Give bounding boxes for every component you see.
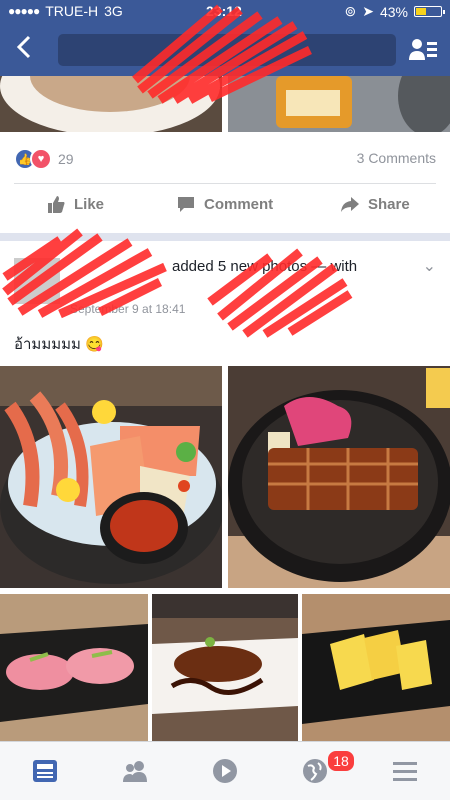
search-bar[interactable] [58, 34, 396, 66]
post-caption: อ้ามมมมม 😋 [14, 336, 104, 353]
comments-count-link[interactable]: 3 Comments [357, 150, 436, 166]
foie-gras-sushi-photo [152, 594, 298, 742]
play-video-icon [213, 759, 237, 783]
news-feed-icon [33, 760, 57, 782]
unagi-bowl-photo [228, 366, 450, 588]
chevron-down-icon[interactable]: ⌄ [423, 256, 436, 276]
thumbs-up-icon [48, 196, 65, 213]
navigation-bar [0, 22, 450, 76]
network-type: 3G [104, 3, 123, 19]
tamago-photo [302, 594, 450, 742]
post-photo[interactable] [228, 76, 450, 132]
battery-icon [414, 6, 445, 17]
divider [14, 183, 436, 184]
hamburger-menu-icon [393, 762, 417, 781]
back-button[interactable] [10, 32, 40, 62]
location-arrow-icon: ➤ [362, 3, 374, 19]
comment-button[interactable]: Comment [176, 194, 273, 214]
reaction-summary[interactable]: 👍 ♥ 29 [14, 148, 74, 170]
comment-bubble-icon [178, 197, 194, 212]
bottom-tab-bar: 18 [0, 741, 450, 800]
clock: 23:12 [206, 3, 242, 19]
love-reaction-icon: ♥ [30, 148, 52, 170]
signal-strength-icon: ●●●●● [8, 4, 40, 18]
share-button[interactable]: Share [340, 194, 410, 214]
like-button[interactable]: Like [46, 194, 104, 214]
post-photo-foie-gras[interactable] [152, 594, 298, 742]
post-photo-unagi[interactable] [228, 366, 450, 588]
food-photo-plate [0, 76, 222, 132]
post-photo-sushi[interactable] [0, 594, 148, 742]
person-list-icon [409, 39, 437, 60]
tab-friend-requests[interactable] [120, 756, 150, 786]
reaction-count: 29 [58, 151, 74, 167]
food-photo-bottle [228, 76, 450, 132]
author-avatar[interactable] [14, 258, 60, 304]
post-timestamp[interactable]: September 9 at 18:41 [70, 302, 185, 316]
sashimi-photo [0, 366, 222, 588]
friends-icon [123, 761, 147, 782]
carrier-name: TRUE-H [45, 3, 99, 19]
status-bar: ●●●●● TRUE-H 3G 23:12 ⊚ ➤ 43% [0, 0, 450, 22]
chevron-left-icon [16, 35, 31, 59]
post-photo[interactable] [0, 76, 222, 132]
friends-list-button[interactable] [408, 36, 438, 62]
feed-separator [0, 233, 450, 241]
globe-icon [303, 759, 327, 783]
tab-news-feed[interactable] [30, 756, 60, 786]
post-photo-tamago[interactable] [302, 594, 450, 742]
like-label: Like [74, 195, 105, 213]
post-photo-sashimi[interactable] [0, 366, 222, 588]
tab-more-menu[interactable] [390, 756, 420, 786]
share-arrow-icon [341, 197, 359, 212]
tab-video[interactable] [210, 756, 240, 786]
rotation-lock-icon: ⊚ [344, 3, 357, 19]
comment-label: Comment [204, 195, 274, 213]
share-label: Share [368, 195, 410, 213]
battery-percentage: 43% [379, 3, 408, 20]
post-header-text: added 5 new photos — with [172, 258, 358, 275]
notification-badge: 18 [326, 749, 356, 773]
toro-sushi-photo [0, 594, 148, 742]
